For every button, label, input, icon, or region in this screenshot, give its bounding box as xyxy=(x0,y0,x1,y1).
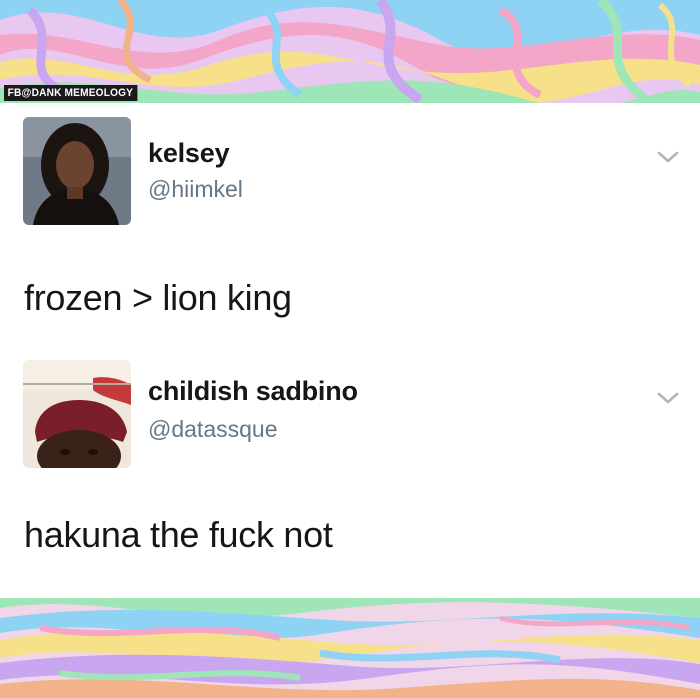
avatar[interactable] xyxy=(23,117,131,225)
tweet-card[interactable]: kelsey @hiimkel frozen > lion king xyxy=(0,103,700,350)
tweet-text: frozen > lion king xyxy=(24,277,292,318)
user-handle[interactable]: @datassque xyxy=(148,416,278,443)
user-handle[interactable]: @hiimkel xyxy=(148,176,243,203)
tweet-text: hakuna the fuck not xyxy=(24,514,333,555)
avatar-photo-icon xyxy=(23,360,131,468)
bottom-marble-banner xyxy=(0,598,700,698)
marble-pattern-bottom xyxy=(0,598,700,698)
avatar-photo-icon xyxy=(23,117,131,225)
tweet-card[interactable]: childish sadbino @datassque hakuna the f… xyxy=(0,350,700,598)
chevron-down-icon[interactable] xyxy=(656,149,680,165)
avatar[interactable] xyxy=(23,360,131,468)
watermark-label: FB@DANK MEMEOLOGY xyxy=(4,85,138,101)
display-name[interactable]: childish sadbino xyxy=(148,376,358,407)
display-name[interactable]: kelsey xyxy=(148,138,230,169)
chevron-down-icon[interactable] xyxy=(656,390,680,406)
